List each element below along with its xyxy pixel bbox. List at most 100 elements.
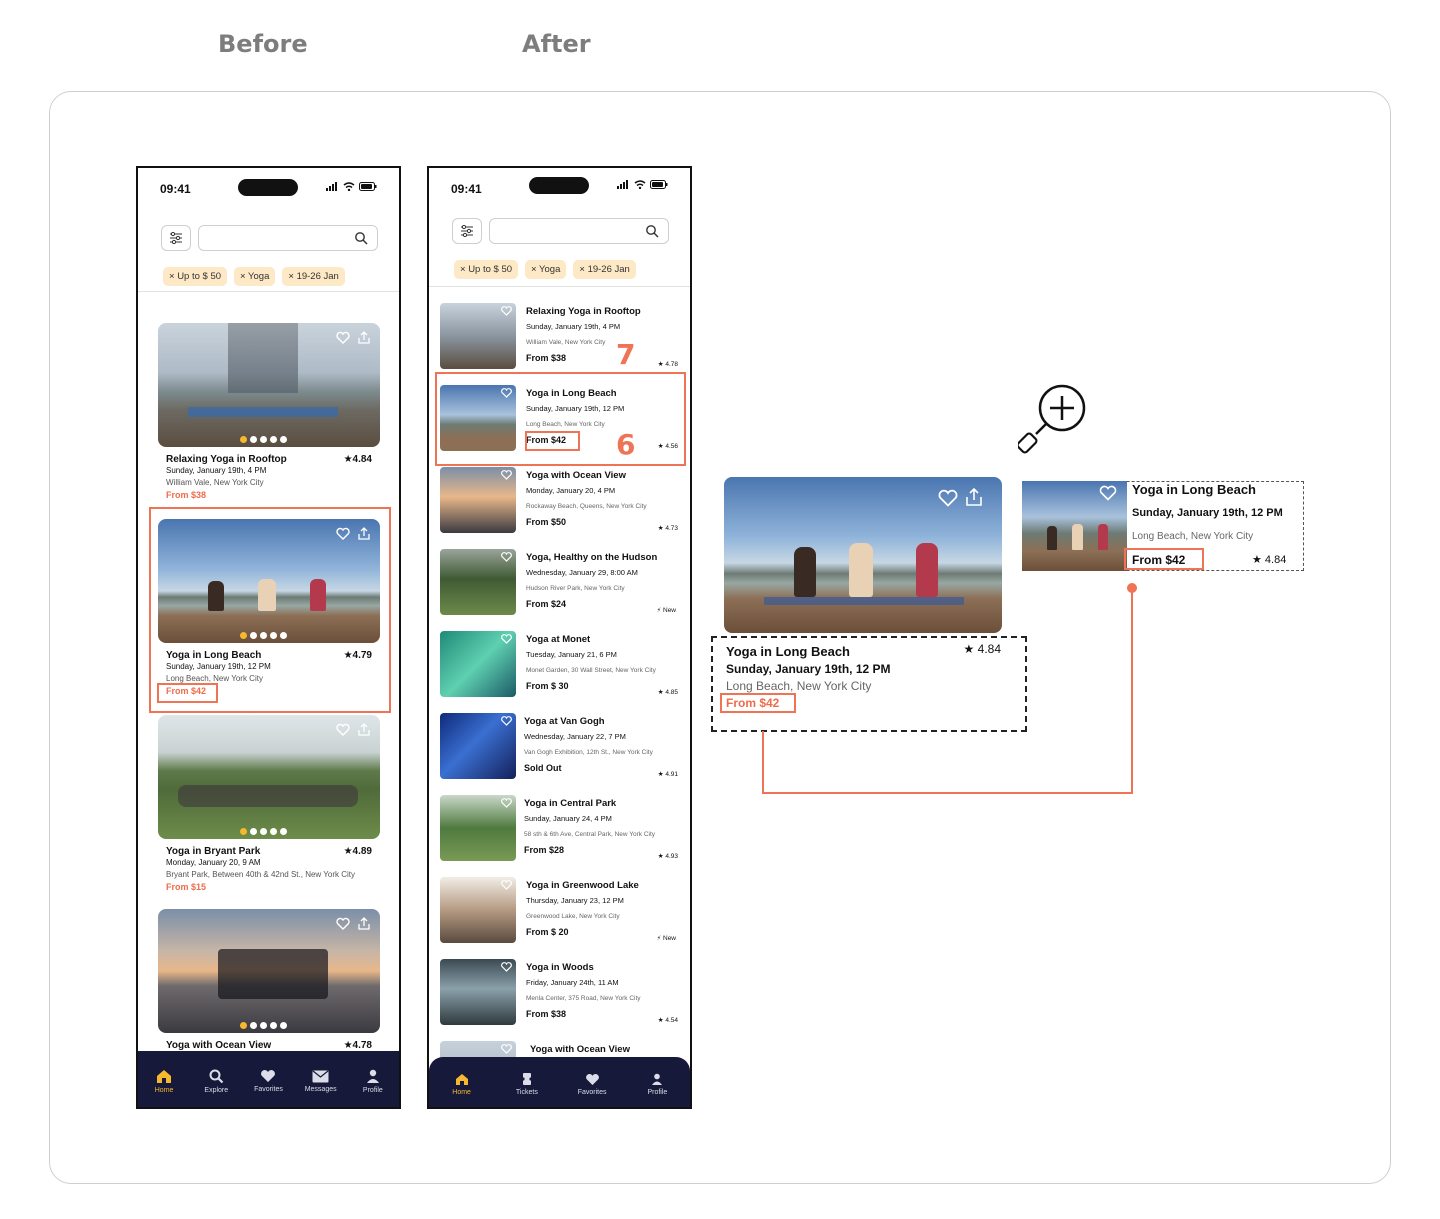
wifi-icon: [634, 180, 646, 189]
filter-chip[interactable]: × Up to $ 50: [454, 260, 519, 279]
dynamic-island: [529, 177, 589, 194]
zoomed-detail-box: Yoga in Long Beach ★ 4.84 Sunday, Januar…: [711, 636, 1027, 732]
filter-chip[interactable]: × 19-26 Jan: [573, 260, 636, 279]
event-title: Yoga in Greenwood Lake: [526, 880, 639, 891]
event-thumbnail: [440, 713, 516, 779]
heart-icon: [501, 962, 512, 972]
heart-icon: [261, 1070, 276, 1082]
event-row[interactable]: Yoga at Van Gogh Wednesday, January 22, 7…: [440, 713, 680, 781]
tab-profile[interactable]: Profile: [634, 1073, 680, 1096]
event-date: Sunday, January 19th, 4 PM: [526, 322, 621, 331]
signal-icon: [617, 180, 628, 189]
dynamic-island: [238, 179, 298, 196]
event-title: Yoga with Ocean View: [166, 1040, 272, 1051]
event-date: Tuesday, January 21, 6 PM: [526, 650, 617, 659]
carousel-dots[interactable]: [240, 436, 287, 443]
heart-icon: [336, 331, 350, 344]
annotation-number: 7: [616, 338, 636, 371]
filter-chip[interactable]: × Yoga: [525, 260, 567, 279]
status-icons: [617, 180, 668, 189]
connector-line: [762, 731, 764, 794]
event-row[interactable]: Yoga in Woods Friday, January 24th, 11 AM…: [440, 959, 680, 1027]
event-thumbnail: [440, 467, 516, 533]
heart-icon: [501, 470, 512, 480]
heart-icon: [501, 552, 512, 562]
event-date: Sunday, January 24, 4 PM: [524, 814, 612, 823]
tab-favorites[interactable]: Favorites: [245, 1069, 291, 1093]
tab-bar: Home Explore Favorites Messages Profile: [138, 1051, 399, 1107]
filter-chip[interactable]: × Yoga: [234, 267, 276, 286]
event-rating: ★ 4.73: [657, 525, 678, 532]
battery-icon: [359, 182, 377, 191]
tab-home[interactable]: Home: [141, 1069, 187, 1094]
event-thumbnail: [440, 303, 516, 369]
event-location: Long Beach, New York City: [1132, 531, 1254, 542]
event-location: Rockaway Beach, Queens, New York City: [526, 503, 647, 510]
event-row[interactable]: Yoga, Healthy on the Hudson Wednesday, Ja…: [440, 549, 680, 617]
before-phone: 09:41 × Up to $ 50 × Yoga × 19-26 Jan Re…: [136, 166, 401, 1109]
heart-icon: [501, 798, 512, 808]
event-date: Thursday, January 23, 12 PM: [526, 896, 624, 905]
event-row[interactable]: Yoga in Central Park Sunday, January 24, …: [440, 795, 680, 863]
event-photo: [158, 909, 380, 1033]
search-input[interactable]: [489, 218, 669, 244]
filter-chip[interactable]: × Up to $ 50: [163, 267, 228, 286]
event-card[interactable]: Yoga with Ocean View ★4.78: [158, 909, 380, 1051]
event-rating: ★ 4.84: [1252, 554, 1287, 566]
event-rating: ★ 4.91: [657, 771, 678, 778]
heart-icon: [501, 1044, 512, 1054]
event-location: Van Gogh Exhibition, 12th St., New York …: [524, 749, 653, 756]
tab-profile[interactable]: Profile: [350, 1069, 396, 1094]
heart-icon: [336, 917, 350, 930]
event-date: Sunday, January 19th, 12 PM: [1132, 507, 1283, 519]
status-time: 09:41: [451, 182, 482, 196]
heart-icon: [501, 880, 512, 890]
search-icon: [209, 1069, 224, 1083]
filter-chips: × Up to $ 50 × Yoga × 19-26 Jan: [163, 267, 345, 286]
search-input[interactable]: [198, 225, 378, 251]
filter-chip[interactable]: × 19-26 Jan: [282, 267, 345, 286]
event-row[interactable]: Relaxing Yoga in Rooftop Sunday, January …: [440, 303, 680, 371]
event-rating: ★4.89: [343, 846, 372, 857]
event-title: Yoga at Monet: [526, 634, 591, 645]
event-price: From $15: [166, 882, 207, 892]
carousel-dots[interactable]: [240, 1022, 287, 1029]
share-icon: [358, 917, 370, 930]
event-rating: ★4.78: [343, 1040, 372, 1051]
event-thumbnail: [440, 631, 516, 697]
zoomed-thumbnail: [1022, 481, 1127, 571]
event-location: Long Beach, New York City: [726, 679, 872, 693]
event-date: Sunday, January 19th, 4 PM: [166, 466, 267, 475]
tab-tickets[interactable]: Tickets: [504, 1072, 550, 1096]
event-card[interactable]: Relaxing Yoga in Rooftop ★4.84 Sunday, Ja…: [158, 323, 380, 501]
event-date: Monday, January 20, 4 PM: [526, 486, 616, 495]
event-title: Relaxing Yoga in Rooftop: [526, 306, 641, 317]
event-card[interactable]: Yoga in Bryant Park ★4.89 Monday, January…: [158, 715, 380, 893]
share-icon: [358, 331, 370, 344]
filter-chips: × Up to $ 50 × Yoga × 19-26 Jan: [454, 260, 636, 279]
tab-home[interactable]: Home: [439, 1073, 485, 1096]
event-row[interactable]: Yoga with Ocean View Monday, January 20, …: [440, 467, 680, 535]
after-heading: After: [522, 30, 591, 58]
heart-icon: [585, 1073, 599, 1085]
new-badge: ⚡ New: [656, 607, 676, 614]
carousel-dots[interactable]: [240, 828, 287, 835]
event-photo: [158, 323, 380, 447]
event-price: From $38: [166, 490, 207, 500]
heart-icon: [336, 723, 350, 736]
tab-favorites[interactable]: Favorites: [569, 1073, 615, 1096]
share-icon: [966, 488, 982, 506]
filter-button[interactable]: [452, 218, 482, 244]
event-rating: ★ 4.54: [657, 1017, 678, 1024]
tab-explore[interactable]: Explore: [193, 1069, 239, 1094]
event-rating: ★ 4.85: [657, 689, 678, 696]
filter-button[interactable]: [161, 225, 191, 251]
event-location: Monet Garden, 30 Wall Street, New York C…: [526, 667, 656, 674]
event-thumbnail: [440, 877, 516, 943]
event-date: Wednesday, January 22, 7 PM: [524, 732, 626, 741]
tab-messages[interactable]: Messages: [298, 1070, 344, 1093]
after-phone: 09:41 × Up to $ 50 × Yoga × 19-26 Jan Re…: [427, 166, 692, 1109]
event-row[interactable]: Yoga at Monet Tuesday, January 21, 6 PM Mo…: [440, 631, 680, 699]
heart-icon: [938, 489, 958, 507]
event-row[interactable]: Yoga in Greenwood Lake Thursday, January …: [440, 877, 680, 945]
